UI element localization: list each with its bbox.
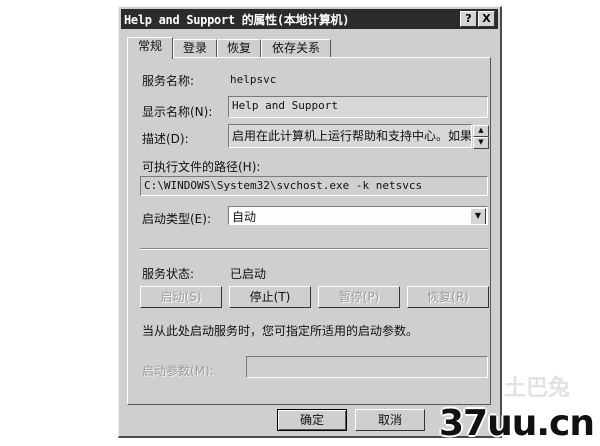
exe-path-label: 可执行文件的路径(H): [142,160,261,174]
start-params-hint: 当从此处启动服务时，您可指定所适用的启动参数。 [142,324,419,338]
description-scroll[interactable]: ▲ ▼ [473,125,489,149]
pause-button[interactable]: 暂停(P) [318,286,400,308]
startup-type-label: 启动类型(E): [142,212,211,226]
service-status-label: 服务状态: [142,267,195,281]
start-params-field[interactable] [246,356,488,378]
service-name-value: helpsvc [230,73,277,86]
exe-path-field[interactable]: C:\WINDOWS\System32\svchost.exe -k netsv… [140,176,488,196]
startup-type-value: 自动 [232,210,257,224]
description-label: 描述(D): [142,132,189,146]
help-button[interactable]: ? [460,11,477,27]
service-name-label: 服务名称: [142,74,195,88]
title-bar[interactable]: Help and Support 的属性(本地计算机) ? X [121,9,498,29]
general-tab-panel: 服务名称: helpsvc 显示名称(N): Help and Support … [127,57,491,405]
tab-recovery[interactable]: 恢复 [217,39,261,58]
service-properties-dialog: Help and Support 的属性(本地计算机) ? X 常规 登录 恢复… [118,6,502,438]
service-status-value: 已启动 [230,267,267,281]
start-params-label: 启动参数(M): [142,364,214,378]
description-field[interactable]: 启用在此计算机上运行帮助和支持中心。如果 [228,124,472,148]
display-name-label: 显示名称(N): [142,105,213,119]
start-button[interactable]: 启动(S) [140,286,222,308]
stop-button[interactable]: 停止(T) [229,286,311,308]
chevron-down-icon[interactable]: ▼ [470,208,486,224]
scroll-down-icon[interactable]: ▼ [473,137,489,149]
display-name-field[interactable]: Help and Support [228,96,488,118]
startup-type-select[interactable]: 自动 ▼ [228,206,488,225]
cancel-button[interactable]: 取消 [355,409,425,431]
divider [140,248,488,250]
ok-button[interactable]: 确定 [277,409,347,431]
tab-logon[interactable]: 登录 [173,39,217,58]
close-button[interactable]: X [478,11,495,27]
resume-button[interactable]: 恢复(R) [407,286,489,308]
tab-general[interactable]: 常规 [127,37,173,59]
tab-dependencies[interactable]: 依存关系 [261,39,331,58]
window-title: Help and Support 的属性(本地计算机) [124,12,350,27]
watermark-text: 37uu.cn [439,403,595,444]
watermark-logo: 土巴兔 [503,376,570,401]
scroll-up-icon[interactable]: ▲ [473,125,489,137]
